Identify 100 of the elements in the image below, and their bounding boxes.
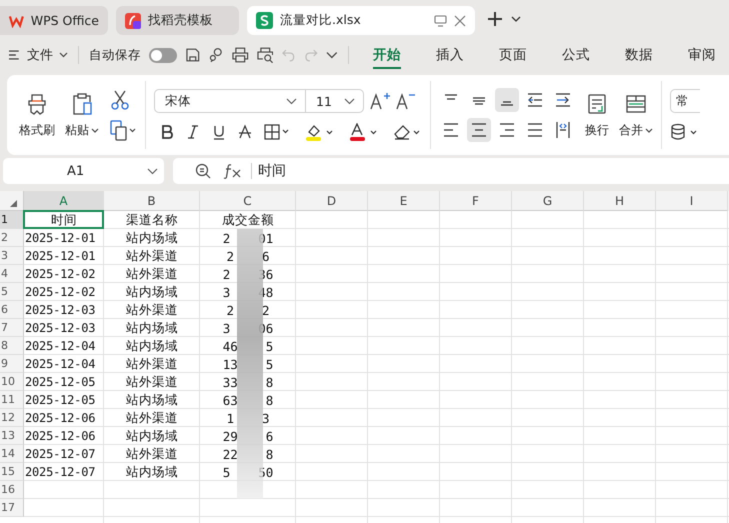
- font-size-select[interactable]: 11: [305, 89, 364, 113]
- table-cell: 8: [266, 374, 274, 390]
- spreadsheet-icon: [256, 12, 273, 29]
- column-header[interactable]: A: [24, 191, 104, 211]
- row-header[interactable]: 8: [0, 337, 24, 355]
- row-header[interactable]: 4: [0, 265, 24, 283]
- function-icon[interactable]: [223, 163, 243, 179]
- align-center-icon[interactable]: [467, 118, 491, 142]
- row-header[interactable]: 6: [0, 301, 24, 319]
- row-header[interactable]: 5: [0, 283, 24, 301]
- table-cell: 站外渠道: [126, 266, 178, 282]
- row-header[interactable]: 13: [0, 427, 24, 445]
- copy-icon[interactable]: [109, 119, 137, 141]
- merge-button[interactable]: 合并: [619, 92, 653, 138]
- link-icon[interactable]: [208, 47, 224, 63]
- table-cell: 2025-12-04: [25, 339, 96, 353]
- table-cell: 2: [262, 302, 270, 318]
- ribbon-tab[interactable]: 开始: [373, 42, 401, 68]
- table-cell: 13: [222, 356, 238, 372]
- chevron-down-icon: [58, 52, 68, 58]
- print-icon[interactable]: [232, 47, 248, 63]
- row-header[interactable]: 3: [0, 247, 24, 265]
- template-logo-icon: [125, 12, 141, 28]
- caret-icon: [91, 128, 99, 132]
- ribbon-tab[interactable]: 公式: [562, 42, 590, 68]
- decrease-font-icon[interactable]: [396, 92, 416, 110]
- row-header[interactable]: 16: [0, 481, 24, 499]
- table-cell: 36: [258, 266, 274, 282]
- table-cell: 站内场域: [126, 230, 178, 246]
- formula-field[interactable]: 时间: [173, 158, 729, 184]
- ribbon-tab[interactable]: 页面: [499, 42, 527, 68]
- table-cell: 站外渠道: [126, 248, 178, 264]
- app-tab[interactable]: WPS Office: [0, 6, 108, 35]
- table-cell: 5: [266, 356, 274, 372]
- add-tab-icon[interactable]: [487, 10, 503, 26]
- increase-font-icon[interactable]: [370, 92, 390, 110]
- number-format-select[interactable]: 常: [670, 89, 700, 113]
- cell-selection[interactable]: [23, 210, 104, 229]
- table-cell: 2: [226, 248, 234, 264]
- table-cell: 3: [222, 320, 230, 336]
- align-bottom-icon[interactable]: [495, 88, 519, 112]
- monitor-icon[interactable]: [434, 14, 447, 26]
- print-preview-icon[interactable]: [256, 47, 274, 63]
- ribbon-tab[interactable]: 审阅: [688, 42, 716, 68]
- table-cell: 50: [258, 464, 274, 480]
- row-header[interactable]: 1: [0, 211, 24, 229]
- table-cell: 站内场域: [126, 428, 178, 444]
- chevron-down-icon[interactable]: [511, 14, 521, 22]
- bold-icon[interactable]: [160, 124, 174, 140]
- row-header[interactable]: 10: [0, 373, 24, 391]
- table-cell: 2025-12-07: [25, 465, 96, 479]
- ribbon-tab[interactable]: 插入: [436, 42, 464, 68]
- row-header[interactable]: 14: [0, 445, 24, 463]
- underline-icon[interactable]: [212, 124, 226, 140]
- row-header[interactable]: 17: [0, 499, 24, 517]
- table-cell: 3: [262, 410, 270, 426]
- name-box[interactable]: A1: [3, 158, 164, 184]
- row-header[interactable]: 15: [0, 463, 24, 481]
- row-header[interactable]: 12: [0, 409, 24, 427]
- zoom-icon[interactable]: [195, 163, 211, 179]
- table-cell: 2025-12-05: [25, 393, 96, 407]
- row-header[interactable]: 7: [0, 319, 24, 337]
- table-cell: 46: [222, 338, 238, 354]
- table-cell: 6: [262, 248, 270, 264]
- ribbon-tab[interactable]: 数据: [625, 42, 653, 68]
- table-cell: 33: [222, 374, 238, 390]
- row-header[interactable]: 2: [0, 229, 24, 247]
- eraser-icon[interactable]: [392, 123, 422, 141]
- table-cell: 渠道名称: [126, 212, 178, 228]
- close-icon[interactable]: [454, 14, 466, 26]
- table-cell: 5: [222, 464, 230, 480]
- strikethrough-icon[interactable]: [238, 124, 252, 140]
- chevron-down-icon[interactable]: [326, 51, 338, 59]
- row-header[interactable]: 11: [0, 391, 24, 409]
- autosave-label: 自动保存: [88, 46, 141, 64]
- table-cell: 2025-12-06: [25, 429, 96, 443]
- select-all-icon[interactable]: [10, 200, 17, 207]
- autosave-toggle[interactable]: [148, 48, 177, 62]
- italic-icon[interactable]: [186, 124, 200, 140]
- tab-label: WPS Office: [30, 13, 99, 28]
- menu-icon[interactable]: [9, 49, 19, 61]
- app-tab[interactable]: 找稻壳模板: [116, 6, 239, 35]
- caret-icon: [645, 128, 653, 132]
- row-header[interactable]: 9: [0, 355, 24, 373]
- font-select[interactable]: 宋体: [154, 89, 306, 113]
- format-painter-button[interactable]: 格式刷: [19, 92, 55, 138]
- table-cell: 2: [226, 302, 234, 318]
- table-cell: 2025-12-03: [25, 321, 96, 335]
- table-cell: 2025-12-01: [25, 249, 96, 263]
- table-cell: 48: [258, 284, 274, 300]
- table-cell: 2025-12-02: [25, 285, 96, 299]
- paste-button[interactable]: 粘贴: [65, 92, 99, 138]
- save-icon[interactable]: [184, 47, 200, 63]
- app-tab[interactable]: 流量对比.xlsx: [247, 6, 475, 35]
- cut-icon[interactable]: [109, 89, 131, 111]
- file-menu[interactable]: 文件: [26, 46, 68, 64]
- table-cell: 2: [222, 230, 230, 246]
- table-cell: 2025-12-07: [25, 447, 96, 461]
- wrap-text-button[interactable]: 换行: [585, 92, 609, 138]
- table-cell: 01: [258, 230, 274, 246]
